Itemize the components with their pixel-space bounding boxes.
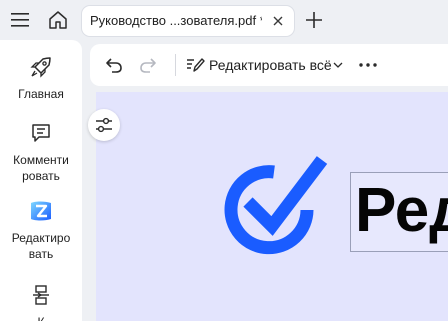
home-icon xyxy=(49,11,67,29)
edit-ai-icon xyxy=(26,196,56,226)
sidebar-item-edit[interactable]: Редактиро вать xyxy=(0,196,82,262)
chevron-down-icon xyxy=(333,62,343,68)
tab-close-button[interactable] xyxy=(268,11,288,31)
sliders-icon xyxy=(96,117,112,133)
text-block[interactable]: Ред xyxy=(350,172,448,252)
menu-button[interactable] xyxy=(6,6,34,34)
edit-text-icon xyxy=(187,58,205,72)
rocket-icon xyxy=(26,52,56,82)
sidebar-item-home[interactable]: Главная xyxy=(0,52,82,102)
logo-icon xyxy=(224,156,328,255)
hamburger-icon xyxy=(11,13,29,27)
toolbar: Редактировать всё xyxy=(90,44,448,86)
undo-icon xyxy=(106,58,122,73)
home-button[interactable] xyxy=(44,6,72,34)
close-icon xyxy=(273,16,283,26)
sidebar-item-convert[interactable]: К xyxy=(0,280,82,321)
sidebar-item-label: Комменти ровать xyxy=(13,153,69,183)
new-tab-button[interactable] xyxy=(300,6,328,34)
edit-all-label: Редактировать всё xyxy=(209,57,332,73)
left-sidebar: Главная Комменти ровать Редактиро вать xyxy=(0,40,82,321)
app-window: Руководство ...зователя.pdf * Главная Ко… xyxy=(0,0,448,321)
sidebar-item-label: Главная xyxy=(18,87,64,101)
redo-icon xyxy=(140,58,156,73)
page-convert-icon xyxy=(26,280,56,310)
more-icon xyxy=(359,63,377,67)
undo-button[interactable] xyxy=(100,51,128,79)
display-settings-button[interactable] xyxy=(88,109,120,141)
tab-title: Руководство ...зователя.pdf * xyxy=(90,13,262,28)
plus-icon xyxy=(306,12,322,28)
document-tab[interactable]: Руководство ...зователя.pdf * xyxy=(82,6,294,36)
comment-icon xyxy=(26,118,56,148)
document-heading: Ред xyxy=(355,176,448,245)
redo-button[interactable] xyxy=(134,51,162,79)
sidebar-item-label: К xyxy=(10,314,72,321)
toolbar-divider xyxy=(175,54,176,76)
edit-all-dropdown[interactable]: Редактировать всё xyxy=(178,49,346,81)
title-bar: Руководство ...зователя.pdf * xyxy=(0,0,448,40)
sidebar-item-label: Редактиро вать xyxy=(11,231,71,261)
sidebar-item-comment[interactable]: Комменти ровать xyxy=(0,118,82,184)
more-options-button[interactable] xyxy=(354,51,382,79)
